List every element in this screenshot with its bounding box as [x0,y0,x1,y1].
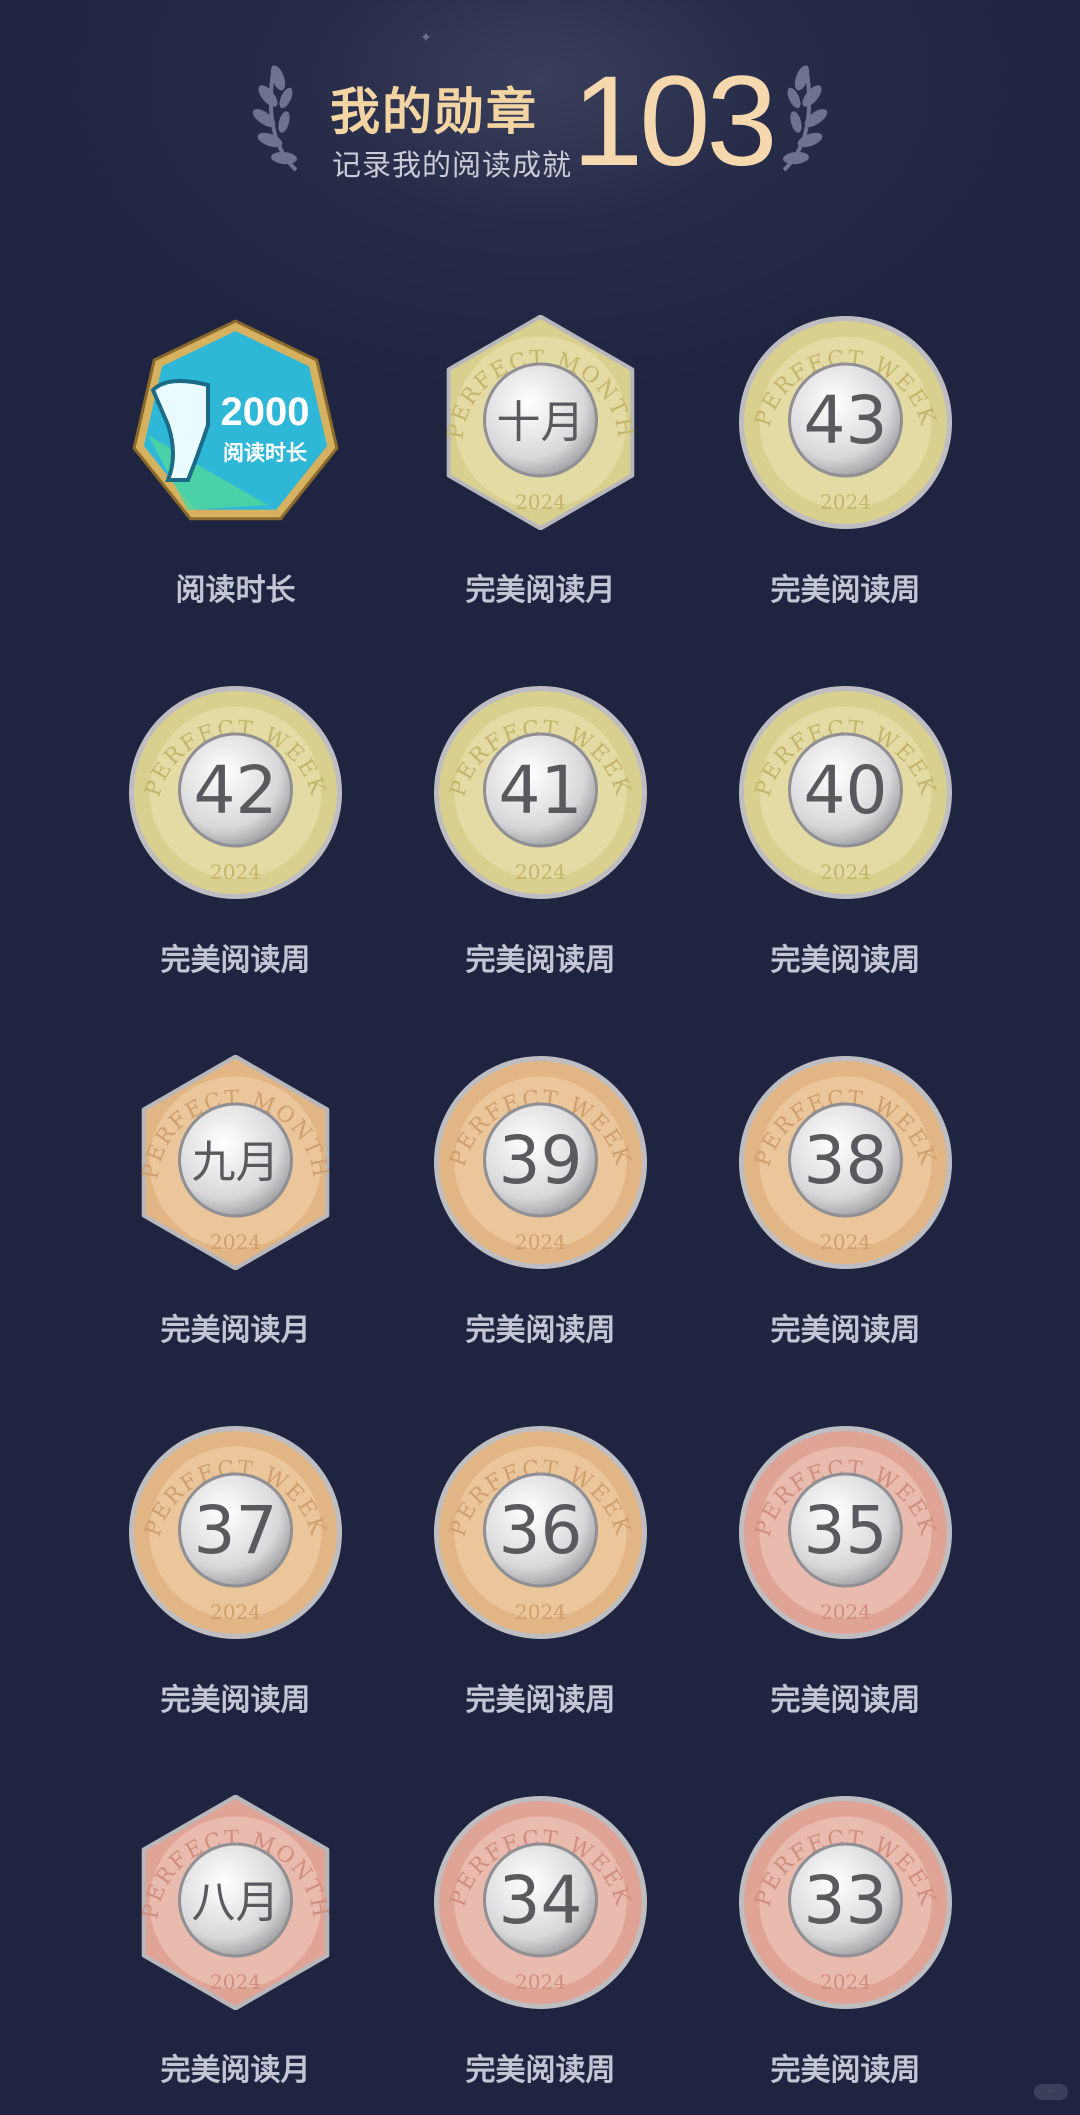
perfect-week-medal-icon: PERFECT WEEK202433 [739,1796,952,2009]
medal-grid: 2000 阅读时长 阅读时长 PERFECT MONTH 2024 十月 完美阅读月 PERF… [0,0,1080,2110]
medal-item[interactable]: PERFECT WEEK 2024 40 完美阅读周 [693,685,998,1005]
medal-year: 2024 [820,1970,871,1994]
reading-time-medal-icon: 2000 阅读时长 [132,319,339,521]
medal-year: 2024 [210,1970,261,1994]
medal-item[interactable]: PERFECT WEEK 2024 43 完美阅读周 [693,315,998,635]
medal-center-text: 43 [804,382,888,459]
perfect-week-medal-icon: PERFECT WEEK202436 [434,1426,647,1639]
medal-year: 2024 [820,1600,871,1624]
medal-year: 2024 [515,1230,566,1254]
perfect-month-medal-icon: PERFECT MONTH2024九月 [138,1055,331,1270]
medal-year: 2024 [515,490,566,514]
medal-label: 完美阅读周 [160,1683,311,1718]
medal-center-text: 九月 [192,1137,280,1188]
medal-center-text: 34 [499,1862,583,1939]
medal-label: 完美阅读月 [465,573,616,608]
medal-item[interactable]: PERFECT WEEK 2024 36 完美阅读周 [388,1425,693,1745]
medal-label: 完美阅读周 [770,1683,921,1718]
perfect-week-medal-icon: PERFECT WEEK202438 [739,1056,952,1269]
medal-center-text: 42 [194,752,278,829]
medal-label: 完美阅读周 [770,573,921,608]
medal-number: 2000 [221,390,310,434]
medal-label: 完美阅读周 [770,2053,921,2088]
perfect-week-medal-icon: PERFECT WEEK202441 [434,686,647,899]
medal-center-text: 40 [804,752,888,829]
medal-label: 完美阅读周 [770,943,921,978]
medal-year: 2024 [515,860,566,884]
medal-center-text: 十月 [497,397,585,448]
watermark-badge: ·· [1034,2084,1068,2100]
medal-label: 完美阅读周 [160,943,311,978]
perfect-week-medal-icon: PERFECT WEEK202434 [434,1796,647,2009]
medal-item[interactable]: PERFECT WEEK 2024 41 完美阅读周 [388,685,693,1005]
medal-year: 2024 [515,1600,566,1624]
perfect-month-medal-icon: PERFECT MONTH2024十月 [443,315,636,530]
medal-year: 2024 [820,1230,871,1254]
medal-center-text: 八月 [192,1877,280,1928]
medal-label: 完美阅读周 [465,2053,616,2088]
medal-item[interactable]: PERFECT WEEK 2024 38 完美阅读周 [693,1055,998,1375]
medal-center-text: 35 [804,1492,888,1569]
perfect-week-medal-icon: PERFECT WEEK202440 [739,686,952,899]
medal-label: 完美阅读周 [465,943,616,978]
medal-label: 完美阅读月 [160,2053,311,2088]
medal-label: 完美阅读周 [465,1683,616,1718]
medal-label: 阅读时长 [175,573,296,608]
medal-year: 2024 [820,490,871,514]
medal-center-text: 41 [499,752,583,829]
medal-item[interactable]: PERFECT MONTH 2024 九月 完美阅读月 [83,1055,388,1375]
medal-center-text: 38 [804,1122,888,1199]
medal-item[interactable]: PERFECT WEEK 2024 39 完美阅读周 [388,1055,693,1375]
medal-label: 完美阅读周 [770,1313,921,1348]
medal-item[interactable]: PERFECT WEEK 2024 34 完美阅读周 [388,1795,693,2115]
medal-year: 2024 [820,860,871,884]
medal-item[interactable]: 2000 阅读时长 阅读时长 [83,315,388,635]
medal-item[interactable]: PERFECT WEEK 2024 37 完美阅读周 [83,1425,388,1745]
perfect-week-medal-icon: PERFECT WEEK202439 [434,1056,647,1269]
medal-label: 完美阅读月 [160,1313,311,1348]
medal-item[interactable]: PERFECT WEEK 2024 33 完美阅读周 [693,1795,998,2115]
medal-center-text: 36 [499,1492,583,1569]
medal-item[interactable]: PERFECT WEEK 2024 42 完美阅读周 [83,685,388,1005]
perfect-week-medal-icon: PERFECT WEEK202437 [129,1426,342,1639]
perfect-week-medal-icon: PERFECT WEEK202442 [129,686,342,899]
medal-item[interactable]: PERFECT MONTH 2024 十月 完美阅读月 [388,315,693,635]
medal-item[interactable]: PERFECT MONTH 2024 八月 完美阅读月 [83,1795,388,2115]
medal-item[interactable]: PERFECT WEEK 2024 35 完美阅读周 [693,1425,998,1745]
medal-caption: 阅读时长 [223,441,308,465]
medal-year: 2024 [210,860,261,884]
medal-label: 完美阅读周 [465,1313,616,1348]
perfect-month-medal-icon: PERFECT MONTH2024八月 [138,1795,331,2010]
perfect-week-medal-icon: PERFECT WEEK202443 [739,316,952,529]
perfect-week-medal-icon: PERFECT WEEK202435 [739,1426,952,1639]
medal-year: 2024 [515,1970,566,1994]
medal-year: 2024 [210,1600,261,1624]
medal-year: 2024 [210,1230,261,1254]
medal-center-text: 39 [499,1122,583,1199]
medal-center-text: 37 [194,1492,278,1569]
medal-center-text: 33 [804,1862,888,1939]
